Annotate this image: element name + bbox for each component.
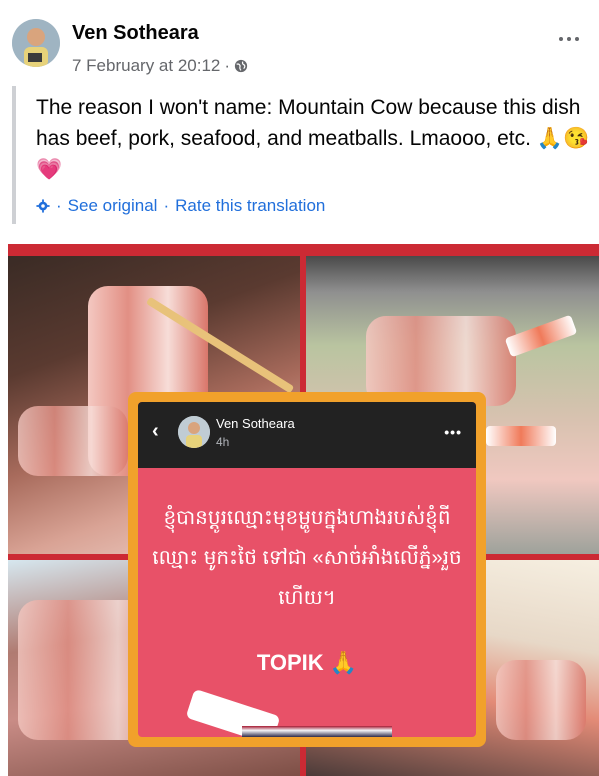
photo-collage[interactable]: ‹ Ven Sotheara 4h ••• ខ្ញុំបានប្ដូរឈ្មោះ… <box>8 244 599 776</box>
back-chevron-icon: ‹ <box>152 420 159 442</box>
meat-slice <box>496 660 586 740</box>
overlay-tag: TOPIK 🙏 <box>256 650 358 675</box>
overlay-khmer-text: ខ្ញុំបានប្ដូរឈ្មោះមុខម្ហូបក្នុងហាងរបស់ខ្… <box>152 507 462 609</box>
rate-translation-link[interactable]: Rate this translation <box>175 196 325 216</box>
dot-separator: · <box>163 196 170 215</box>
gear-icon <box>36 199 50 213</box>
dot-separator: · <box>56 196 62 215</box>
meat-plate <box>18 406 128 476</box>
post-timestamp[interactable]: 7 February at 20:12 <box>72 56 220 76</box>
post-text: The reason I won't name: Mountain Cow be… <box>36 96 590 181</box>
meta-separator: · <box>224 56 231 75</box>
globe-icon <box>234 59 248 73</box>
post-header: Ven Sotheara 7 February at 20:12 · <box>0 0 599 90</box>
thai-flag-strip <box>242 726 392 737</box>
author-avatar[interactable] <box>12 19 60 67</box>
overlay-avatar <box>178 416 210 448</box>
overlay-author: Ven Sotheara <box>216 416 295 431</box>
post-meta: 7 February at 20:12 · <box>72 56 248 76</box>
crab-stick <box>504 314 578 358</box>
author-name[interactable]: Ven Sotheara <box>72 22 199 45</box>
more-dots-icon <box>559 37 563 41</box>
overlay-inner: ‹ Ven Sotheara 4h ••• ខ្ញុំបានប្ដូរឈ្មោះ… <box>138 402 476 737</box>
more-options-button[interactable] <box>555 30 583 48</box>
overlay-header: ‹ Ven Sotheara 4h ••• <box>138 402 476 468</box>
translation-quote-bar <box>12 86 16 224</box>
screenshot-overlay-card: ‹ Ven Sotheara 4h ••• ខ្ញុំបានប្ដូរឈ្មោះ… <box>128 392 486 747</box>
crab-stick <box>486 426 556 446</box>
see-original-link[interactable]: See original <box>68 196 158 216</box>
overlay-time: 4h <box>216 435 230 449</box>
overlay-more-icon: ••• <box>444 424 462 440</box>
translation-row: · See original · Rate this translation <box>36 196 325 216</box>
